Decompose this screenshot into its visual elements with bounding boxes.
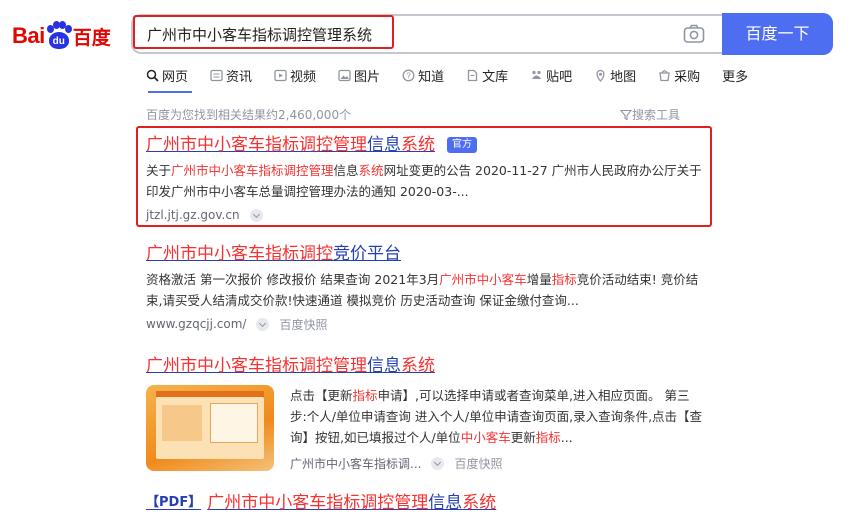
image-icon xyxy=(338,69,351,81)
tab-map[interactable]: 地图 xyxy=(594,64,636,86)
tab-label: 资讯 xyxy=(226,69,253,85)
tab-video[interactable]: 视频 xyxy=(274,64,316,86)
title-text: 信息 xyxy=(428,493,463,513)
result-abstract-block: 点击【更新指标申请】,可以选择申请或者查询菜单,进入相应页面。 第三步:个人/单… xyxy=(290,385,706,472)
search-icon xyxy=(146,69,159,82)
chevron-down-icon[interactable] xyxy=(431,456,445,470)
tab-wenku[interactable]: 文库 xyxy=(466,64,508,86)
result-title-link[interactable]: 【PDF】 广州市中小客车指标调控管理信息系统 xyxy=(146,492,706,514)
tab-purchase[interactable]: 采购 xyxy=(658,64,700,86)
question-icon: ? xyxy=(402,69,415,81)
title-text: 信息 xyxy=(367,135,401,155)
tab-label: 采购 xyxy=(674,69,701,85)
purchase-icon xyxy=(659,69,670,81)
pdf-tag: 【PDF】 xyxy=(146,495,202,510)
result-source: www.gzqcjj.com/ 百度快照 xyxy=(146,315,706,333)
source-url[interactable]: www.gzqcjj.com/ xyxy=(146,317,246,331)
result-abstract: 点击【更新指标申请】,可以选择申请或者查询菜单,进入相应页面。 第三步:个人/单… xyxy=(290,388,703,445)
result-source: jtzl.jtj.gz.gov.cn xyxy=(146,206,706,224)
news-icon xyxy=(210,69,223,81)
source-url[interactable]: jtzl.jtj.gz.gov.cn xyxy=(146,208,240,222)
result-thumbnail[interactable] xyxy=(146,385,274,471)
result-title-link[interactable]: 广州市中小客车指标调控管理信息系统 官方 xyxy=(146,134,706,156)
title-highlight: 系统 xyxy=(401,135,435,155)
search-result: 广州市中小客车指标调控管理信息系统 点击【更新指标申请】,可以选择申请或者查询菜… xyxy=(146,355,706,471)
tab-zhidao[interactable]: ? 知道 xyxy=(402,64,444,86)
video-icon xyxy=(274,69,287,81)
title-highlight: 广州市中小客车指标调控 xyxy=(146,244,333,264)
tab-news[interactable]: 资讯 xyxy=(210,64,252,86)
tab-label: 知道 xyxy=(418,69,445,85)
title-highlight: 系统 xyxy=(462,493,497,513)
title-highlight: 系统 xyxy=(401,356,435,376)
search-result: 【PDF】 广州市中小客车指标调控管理信息系统 xyxy=(146,492,706,514)
tab-label: 地图 xyxy=(610,69,637,85)
source-url[interactable]: 广州市中小客车指标调... xyxy=(290,455,421,472)
paw-icon: du xyxy=(46,21,72,50)
chevron-down-icon[interactable] xyxy=(249,208,263,222)
search-input[interactable] xyxy=(133,16,663,52)
result-source: 广州市中小客车指标调... 百度快照 xyxy=(290,454,706,472)
search-button[interactable]: 百度一下 xyxy=(722,13,833,55)
logo-text-bai: Bai xyxy=(12,23,45,48)
chevron-down-icon[interactable] xyxy=(256,317,270,331)
tab-more[interactable]: 更多 xyxy=(722,64,748,86)
search-result: 广州市中小客车指标调控竞价平台 资格激活 第一次报价 修改报价 结果查询 202… xyxy=(146,243,706,333)
title-highlight: 广州市中小客车指标调控管理 xyxy=(207,493,429,513)
snapshot-link[interactable]: 百度快照 xyxy=(279,316,327,333)
tab-tieba[interactable]: 贴吧 xyxy=(530,64,572,86)
map-icon xyxy=(596,69,605,82)
tab-label: 文库 xyxy=(482,69,509,85)
tab-label: 更多 xyxy=(722,69,749,85)
tab-image[interactable]: 图片 xyxy=(338,64,380,86)
tieba-icon xyxy=(532,70,542,79)
search-tools-button[interactable]: 搜索工具 xyxy=(620,106,680,123)
filter-icon xyxy=(620,109,632,120)
search-tools-label: 搜索工具 xyxy=(632,108,681,122)
result-abstract: 关于广州市中小客车指标调控管理信息系统网址变更的公告 2020-11-27 广州… xyxy=(146,163,702,199)
logo-text-cn: 百度 xyxy=(72,26,111,49)
result-title-link[interactable]: 广州市中小客车指标调控竞价平台 xyxy=(146,243,706,265)
tab-label: 贴吧 xyxy=(546,69,573,85)
baidu-logo[interactable]: Bai du 百度 xyxy=(12,18,120,54)
title-text: 信息 xyxy=(367,356,401,376)
result-count: 百度为您找到相关结果约2,460,000个 xyxy=(146,108,352,122)
tab-label: 视频 xyxy=(290,69,317,85)
title-highlight: 广州市中小客车指标调控管理 xyxy=(146,135,367,155)
tab-web[interactable]: 网页 xyxy=(146,64,188,86)
logo-text-du: du xyxy=(48,32,69,49)
tab-label: 图片 xyxy=(354,69,381,85)
title-text: 竞价平台 xyxy=(333,244,401,264)
tab-label: 网页 xyxy=(162,69,189,85)
official-badge: 官方 xyxy=(447,137,477,153)
result-abstract: 资格激活 第一次报价 修改报价 结果查询 2021年3月广州市中小客车增量指标竞… xyxy=(146,272,699,308)
search-tabs: 网页 资讯 视频 图片 ? 知道 文库 贴吧 地图 采购 更多 xyxy=(146,64,770,88)
document-icon xyxy=(467,69,478,81)
search-result: 广州市中小客车指标调控管理信息系统 官方 关于广州市中小客车指标调控管理信息系统网… xyxy=(146,134,706,224)
svg-text:?: ? xyxy=(406,71,411,80)
snapshot-link[interactable]: 百度快照 xyxy=(454,455,502,472)
search-box xyxy=(131,14,722,54)
camera-icon[interactable] xyxy=(683,24,705,44)
result-title-link[interactable]: 广州市中小客车指标调控管理信息系统 xyxy=(146,355,706,377)
title-highlight: 广州市中小客车指标调控管理 xyxy=(146,356,367,376)
active-tab-indicator xyxy=(148,91,192,93)
